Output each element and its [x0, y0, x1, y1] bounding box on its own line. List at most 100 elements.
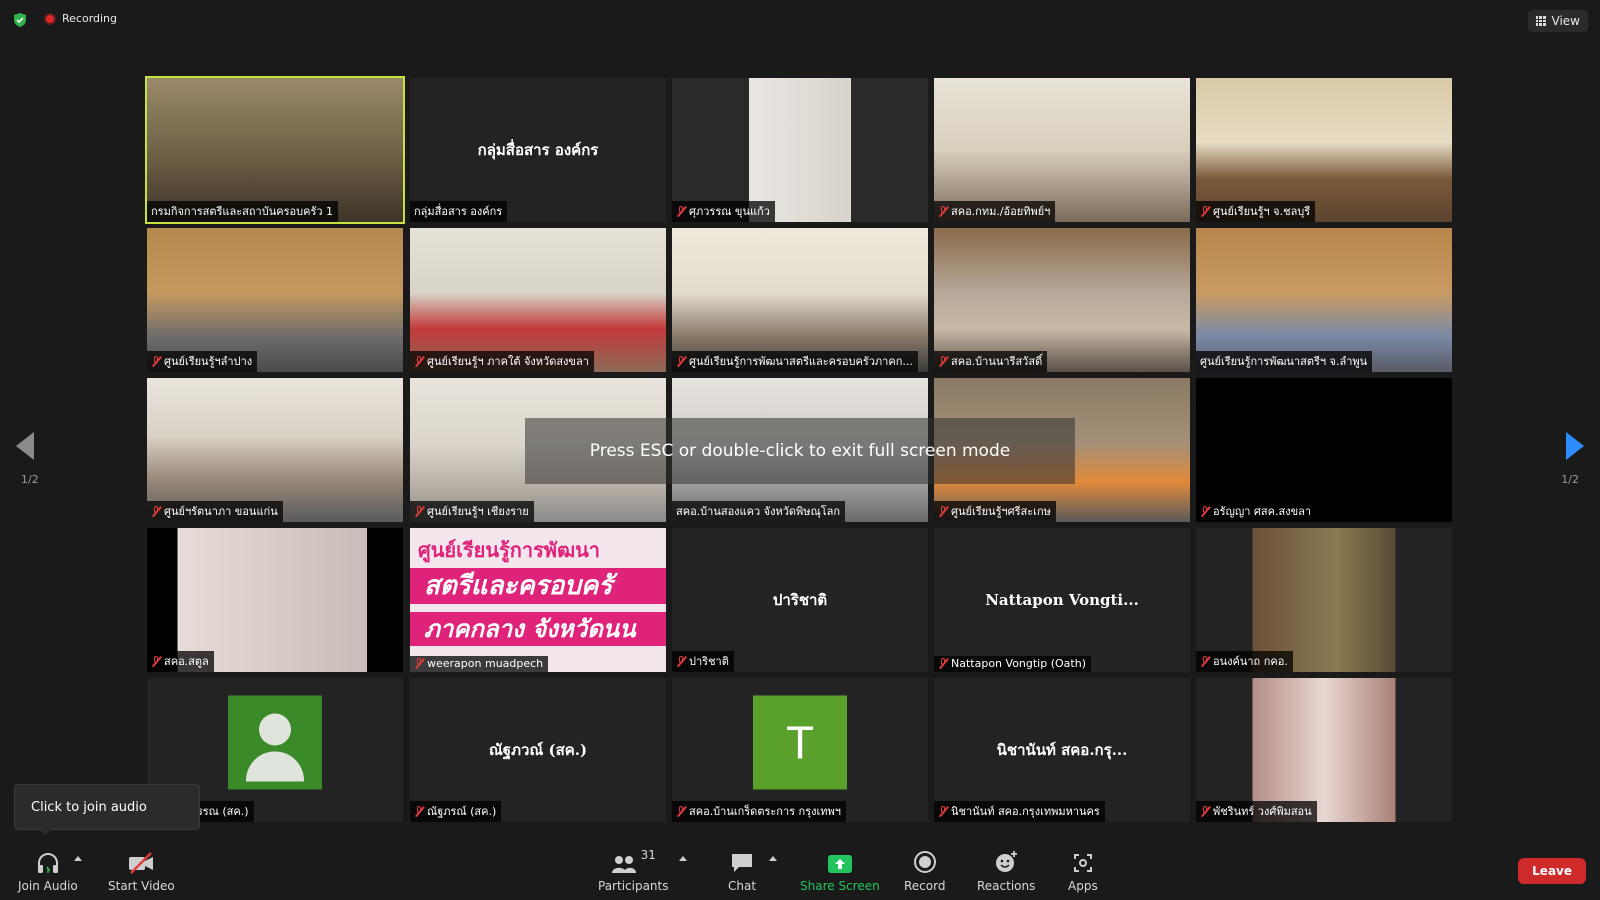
participant-name-bar: อรัญญา ศสค.สงขลา: [1196, 501, 1317, 522]
fullscreen-exit-message: Press ESC or double-click to exit full s…: [525, 418, 1075, 484]
participant-name-bar: ศูนย์เรียนรู้การพัฒนาสตรีและครอบครัวภาคก…: [672, 351, 918, 372]
video-off-icon: [129, 852, 154, 874]
participant-name-bar: ศูนย์เรียนรู้ฯ ภาคใต้ จังหวัดสงขลา: [410, 351, 594, 372]
participant-name: ศูนย์เรียนรู้ฯ ภาคใต้ จังหวัดสงขลา: [427, 355, 589, 368]
participant-tile[interactable]: ศูนย์เรียนรู้การพัฒนา สตรีและครอบครั ภาคกล…: [410, 528, 666, 672]
mic-muted-icon: [938, 805, 948, 817]
participant-name: สคอ.บ้านนารีสวัสดิ์: [951, 355, 1043, 368]
participant-name-bar: ศูนย์เรียนรู้ฯ เชียงราย: [410, 501, 534, 522]
participant-tile[interactable]: ศูนย์ฯรัตนาภา ขอนแก่น: [147, 378, 403, 522]
view-button[interactable]: View: [1527, 10, 1588, 32]
participant-name: Nattapon Vongtip (Oath): [951, 657, 1086, 670]
participant-name: weerapon muadpech: [427, 657, 544, 670]
reactions-icon: [996, 851, 1018, 872]
recording-label: Recording: [62, 12, 118, 25]
apps-button[interactable]: Apps: [1068, 848, 1098, 893]
participant-name-bar: พัชรินทร์ วงศ์พิมสอน: [1196, 801, 1317, 822]
participant-name-bar: ศูนย์เรียนรู้ฯลำปาง: [147, 351, 258, 372]
chat-button[interactable]: Chat: [728, 848, 756, 893]
mic-muted-icon: [414, 355, 424, 367]
participant-tile[interactable]: ศุภวรรณ ขุนแก้ว: [672, 78, 928, 222]
participant-name: สคอ.กทม./อ้อยทิพย์ฯ: [951, 205, 1051, 218]
participant-name: อรัญญา ศสค.สงขลา: [1213, 505, 1312, 518]
participant-tile[interactable]: Nattapon Vongti... Nattapon Vongtip (Oath…: [934, 528, 1190, 672]
participant-tile[interactable]: พัชรินทร์ วงศ์พิมสอน: [1196, 678, 1452, 822]
mic-muted-icon: [676, 205, 686, 217]
participants-options-caret-icon[interactable]: [679, 856, 687, 861]
join-audio-tooltip: Click to join audio: [14, 784, 200, 836]
mic-muted-icon: [676, 655, 686, 667]
participants-icon: [611, 856, 636, 873]
participant-name-bar: สคอ.สตูล: [147, 651, 214, 672]
page-indicator-right: 1/2: [1561, 473, 1579, 486]
mic-muted-icon: [414, 658, 424, 669]
participant-name: ศูนย์เรียนรู้การพัฒนาสตรีและครอบครัวภาคก…: [689, 355, 913, 368]
participant-tile[interactable]: กลุ่มสื่อสาร องค์กร กลุ่มสื่อสาร องค์กร: [410, 78, 666, 222]
participants-label: Participants: [598, 879, 669, 893]
share-screen-label: Share Screen: [800, 879, 880, 893]
mic-muted-icon: [938, 355, 948, 367]
reactions-button[interactable]: Reactions: [977, 848, 1035, 893]
mic-muted-icon: [1200, 655, 1210, 667]
participants-count: 31: [640, 848, 656, 862]
participant-name: กรมกิจการสตรีและสถาบันครอบครัว 1: [151, 205, 334, 218]
recording-indicator[interactable]: Recording: [44, 12, 117, 25]
participant-name-bar: สคอ.กทม./อ้อยทิพย์ฯ: [934, 201, 1056, 222]
security-shield-icon[interactable]: [12, 12, 28, 28]
mic-muted-icon: [938, 205, 948, 217]
participant-name: ศุภวรรณ ขุนแก้ว: [689, 205, 770, 218]
participant-name: ศูนย์เรียนรู้ฯ เชียงราย: [427, 505, 529, 518]
mic-muted-icon: [676, 355, 686, 367]
participants-button[interactable]: 31 Participants: [598, 848, 669, 893]
apps-icon: [1073, 854, 1092, 872]
participant-name-bar: ศูนย์เรียนรู้ฯศรีสะเกษ: [934, 501, 1056, 522]
chat-icon: [732, 854, 753, 872]
leave-button[interactable]: Leave: [1518, 858, 1586, 884]
participant-name: ศูนย์เรียนรู้ฯศรีสะเกษ: [951, 505, 1051, 518]
participant-tile[interactable]: ศูนย์เรียนรู้ฯ ภาคใต้ จังหวัดสงขลา: [410, 228, 666, 372]
mic-muted-icon: [1200, 205, 1210, 217]
next-page-arrow-icon[interactable]: [1566, 432, 1584, 460]
mic-muted-icon: [151, 505, 161, 517]
record-icon: [913, 851, 936, 873]
record-button[interactable]: Record: [904, 848, 945, 893]
start-video-label: Start Video: [108, 879, 175, 893]
participant-name: ปาริชาติ: [689, 655, 729, 668]
participant-tile[interactable]: T สคอ.บ้านเกร็ดตระการ กรุงเทพฯ: [672, 678, 928, 822]
participant-tile[interactable]: อรัญญา ศสค.สงขลา: [1196, 378, 1452, 522]
banner-text-1: ศูนย์เรียนรู้การพัฒนา: [418, 538, 601, 562]
participant-display-name: Nattapon Vongti...: [985, 591, 1139, 609]
chat-options-caret-icon[interactable]: [769, 856, 777, 861]
participant-tile[interactable]: กรมกิจการสตรีและสถาบันครอบครัว 1: [145, 76, 405, 224]
share-screen-button[interactable]: Share Screen: [800, 848, 880, 893]
start-video-button[interactable]: Start Video: [108, 848, 175, 893]
participant-tile[interactable]: ณัฐภวณ์ (สค.) ณัฐภรณ์ (สค.): [410, 678, 666, 822]
participant-tile[interactable]: นิชานันท์ สคอ.กรุ... นิชานันท์ สคอ.กรุงเท…: [934, 678, 1190, 822]
participant-name-bar: ศุภวรรณ ขุนแก้ว: [672, 201, 775, 222]
participant-name: ศูนย์เรียนรู้ฯ จ.ชลบุรี: [1213, 205, 1311, 218]
record-label: Record: [904, 879, 946, 893]
participant-name-bar: นิชานันท์ สคอ.กรุงเทพมหานคร: [934, 801, 1105, 822]
page-indicator-left: 1/2: [21, 473, 39, 486]
meeting-toolbar: Join Audio Start Video 31 Participants C…: [0, 842, 1600, 900]
participant-tile[interactable]: ปาริชาติ ปาริชาติ: [672, 528, 928, 672]
participant-tile[interactable]: สคอ.สตูล: [147, 528, 403, 672]
banner-text-2: สตรีและครอบครั: [410, 568, 666, 604]
participant-tile[interactable]: สคอ.กทม./อ้อยทิพย์ฯ: [934, 78, 1190, 222]
audio-options-caret-icon[interactable]: [74, 856, 82, 861]
view-label: View: [1551, 14, 1580, 28]
participant-name-bar: อนงค์นาถ กคอ.: [1196, 651, 1293, 672]
participant-tile[interactable]: สคอ.บ้านนารีสวัสดิ์: [934, 228, 1190, 372]
participant-tile[interactable]: ศูนย์เรียนรู้การพัฒนาสตรีฯ จ.ลำพูน: [1196, 228, 1452, 372]
participant-tile[interactable]: ศูนย์เรียนรู้ฯลำปาง: [147, 228, 403, 372]
participant-name-bar: ปาริชาติ: [672, 651, 734, 672]
participant-tile[interactable]: ศูนย์เรียนรู้ฯ จ.ชลบุรี: [1196, 78, 1452, 222]
participant-name-bar: weerapon muadpech: [410, 656, 549, 672]
participant-name: ศูนย์เรียนรู้ฯลำปาง: [164, 355, 253, 368]
previous-page-arrow-icon[interactable]: [16, 432, 34, 460]
join-audio-button[interactable]: Join Audio: [18, 848, 78, 893]
participant-name: สคอ.สตูล: [164, 655, 209, 668]
participant-tile[interactable]: อนงค์นาถ กคอ.: [1196, 528, 1452, 672]
participant-name-bar: ศูนย์ฯรัตนาภา ขอนแก่น: [147, 501, 283, 522]
participant-tile[interactable]: ศูนย์เรียนรู้การพัฒนาสตรีและครอบครัวภาคก…: [672, 228, 928, 372]
